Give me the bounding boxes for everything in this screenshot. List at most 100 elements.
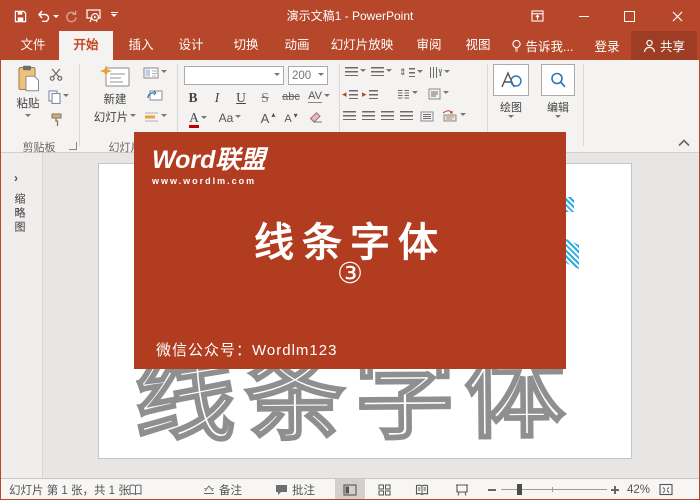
- drawing-button[interactable]: [493, 64, 529, 96]
- tab-animations[interactable]: 动画: [273, 31, 321, 60]
- sign-in-button[interactable]: 登录: [585, 31, 629, 60]
- title-bar: 演示文稿1 - PowerPoint: [1, 1, 699, 31]
- layout-button[interactable]: [141, 67, 169, 79]
- share-button[interactable]: 共享: [631, 31, 697, 60]
- redo-icon: [64, 10, 77, 23]
- decrease-indent-button[interactable]: ◂: [342, 89, 358, 100]
- align-text-icon: [428, 88, 441, 100]
- tab-transitions[interactable]: 切换: [222, 31, 270, 60]
- tab-view[interactable]: 视图: [454, 31, 502, 60]
- qat-customize-button[interactable]: [106, 1, 122, 31]
- zoom-in-button[interactable]: [611, 479, 619, 500]
- plus-icon: [611, 486, 619, 494]
- undo-icon: [36, 10, 50, 22]
- decrease-indent-icon: [349, 90, 358, 99]
- increase-indent-button[interactable]: ▸: [362, 89, 378, 100]
- font-size-combo[interactable]: 200: [288, 66, 328, 85]
- spellcheck-button[interactable]: [129, 479, 142, 500]
- underline-button[interactable]: U: [233, 90, 249, 106]
- text-direction-button[interactable]: [427, 67, 451, 78]
- maximize-button[interactable]: [611, 1, 647, 31]
- overlay-logo: Word联盟 www.wordlm.com: [152, 140, 265, 186]
- change-case-button[interactable]: Aa: [215, 111, 245, 125]
- copy-button[interactable]: [45, 90, 71, 104]
- font-color-label: A: [189, 111, 199, 128]
- align-left-icon: [343, 111, 356, 120]
- slide-counter-status[interactable]: 幻灯片 第 1 张，共 1 张: [9, 479, 130, 500]
- minimize-button[interactable]: [566, 1, 602, 31]
- zoom-slider-thumb[interactable]: [517, 484, 522, 495]
- tell-me-button[interactable]: 告诉我...: [507, 31, 577, 60]
- clear-formatting-button[interactable]: abc: [279, 91, 303, 103]
- increase-indent-icon: [369, 90, 378, 99]
- convert-smartart-button[interactable]: [439, 110, 469, 122]
- copy-icon: [48, 90, 61, 104]
- align-text-button[interactable]: [425, 88, 451, 100]
- character-spacing-caret: [324, 94, 330, 100]
- clipboard-dialog-launcher[interactable]: [69, 142, 77, 150]
- slide-overlay[interactable]: Word联盟 www.wordlm.com 线条字体 ③ 微信公众号：Wordl…: [134, 132, 566, 369]
- qat-undo-button[interactable]: [34, 1, 60, 31]
- qat-redo-button[interactable]: [61, 1, 79, 31]
- zoom-out-button[interactable]: [488, 479, 496, 500]
- font-name-caret: [274, 73, 280, 79]
- font-color-button[interactable]: A: [185, 111, 211, 128]
- tab-home[interactable]: 开始: [59, 31, 113, 60]
- status-bar: 幻灯片 第 1 张，共 1 张 备注 批注 42%: [1, 478, 699, 500]
- character-spacing-button[interactable]: AV: [305, 90, 333, 103]
- chevron-up-icon: [678, 139, 690, 147]
- new-slide-button[interactable]: 新建 幻灯片: [93, 65, 137, 125]
- justify-button[interactable]: [399, 111, 414, 120]
- columns-button[interactable]: [395, 89, 419, 99]
- comments-button[interactable]: 批注: [275, 479, 315, 500]
- notes-button[interactable]: 备注: [203, 479, 242, 500]
- section-button[interactable]: [141, 111, 169, 123]
- view-slideshow-button[interactable]: [447, 479, 477, 500]
- qat-save-button[interactable]: [11, 1, 29, 31]
- line-spacing-button[interactable]: ⇕: [399, 67, 423, 78]
- font-name-combo[interactable]: [184, 66, 284, 85]
- bullets-icon: [345, 67, 358, 76]
- bold-button[interactable]: B: [185, 90, 201, 106]
- thumbnail-pane-label[interactable]: 缩略图: [11, 193, 27, 235]
- tab-insert[interactable]: 插入: [117, 31, 165, 60]
- editing-button[interactable]: [541, 64, 575, 96]
- tab-file[interactable]: 文件: [7, 31, 59, 60]
- format-painter-button[interactable]: [47, 113, 65, 127]
- view-reading-button[interactable]: [407, 479, 437, 500]
- close-button[interactable]: [659, 1, 695, 31]
- distribute-button[interactable]: [418, 111, 435, 122]
- slide-sorter-icon: [378, 484, 391, 496]
- paste-button[interactable]: 粘贴: [11, 65, 45, 120]
- view-slide-sorter-button[interactable]: [369, 479, 399, 500]
- grow-font-button[interactable]: A▴: [259, 111, 277, 126]
- layout-icon: [143, 67, 159, 79]
- zoom-percentage[interactable]: 42%: [627, 479, 650, 500]
- align-center-icon: [362, 111, 375, 120]
- numbering-button[interactable]: [370, 67, 392, 76]
- tab-design[interactable]: 设计: [167, 31, 215, 60]
- cut-button[interactable]: [47, 68, 65, 81]
- shrink-font-button[interactable]: A▾: [283, 113, 299, 125]
- collapse-ribbon-button[interactable]: [675, 139, 693, 147]
- minimize-icon: [579, 16, 589, 17]
- align-center-button[interactable]: [361, 111, 376, 120]
- expand-pane-chevron-icon[interactable]: ›: [14, 171, 18, 185]
- view-normal-button[interactable]: [335, 479, 365, 500]
- align-left-button[interactable]: [342, 111, 357, 120]
- maximize-icon: [624, 11, 635, 22]
- reset-button[interactable]: [141, 89, 169, 102]
- fit-to-window-button[interactable]: [659, 479, 673, 500]
- align-right-button[interactable]: [380, 111, 395, 120]
- tab-slideshow[interactable]: 幻灯片放映: [325, 31, 399, 60]
- bullets-button[interactable]: [344, 67, 366, 76]
- undo-dropdown-caret[interactable]: [53, 15, 59, 21]
- ribbon-display-options-button[interactable]: [519, 1, 555, 31]
- qat-start-slideshow-button[interactable]: [83, 1, 103, 31]
- italic-button[interactable]: I: [209, 90, 225, 106]
- new-slide-label-line2: 幻灯片: [94, 109, 129, 125]
- strikethrough-button[interactable]: S: [257, 90, 273, 106]
- tab-review[interactable]: 审阅: [405, 31, 453, 60]
- clear-all-formatting-button[interactable]: [307, 112, 325, 124]
- notes-icon: [203, 484, 215, 495]
